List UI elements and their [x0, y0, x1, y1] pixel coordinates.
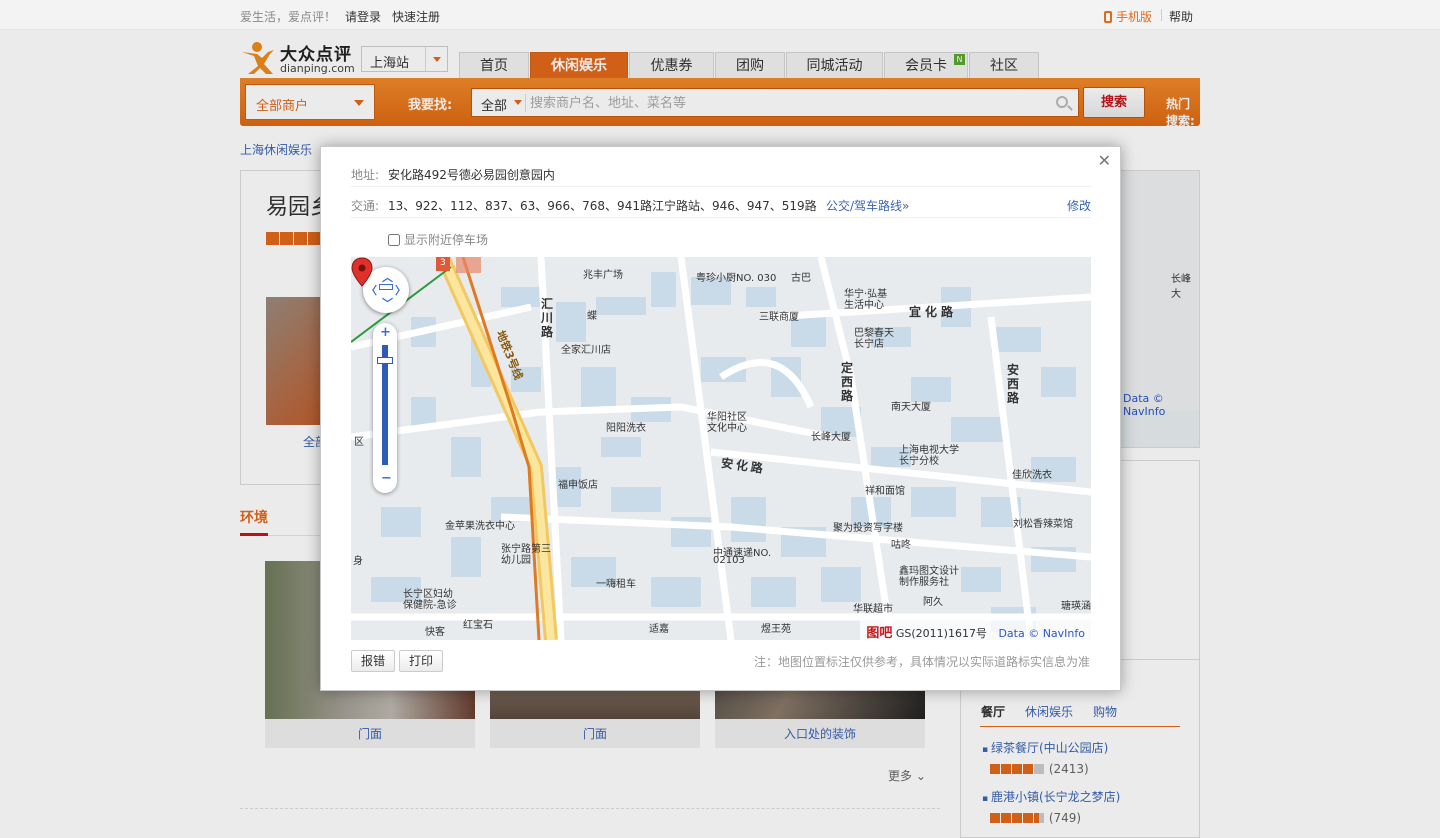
map-label-poi: 金苹果洗衣中心 [445, 521, 515, 532]
map-label-poi: 制作服务社 [899, 577, 949, 588]
traffic-value: 13、922、112、837、63、966、768、941路江宁路站、946、9… [388, 199, 817, 213]
map-label-poi: 佳欣洗衣 [1012, 470, 1052, 481]
map-label-poi: 长峰大厦 [811, 432, 851, 443]
report-button[interactable]: 报错 [351, 650, 396, 672]
map-label-poi: 蝶 [587, 311, 597, 322]
map-label-poi: 文化中心 [707, 423, 747, 434]
map-label-poi: 福申饭店 [558, 480, 598, 491]
map-label-poi: 华联超市 [853, 604, 893, 615]
traffic-row: 交通: 13、922、112、837、63、966、768、941路江宁路站、9… [351, 188, 1091, 218]
slogan: 爱生活，爱点评！ [240, 10, 337, 24]
route-number: 3 [440, 258, 446, 268]
parking-checkbox[interactable] [388, 234, 400, 246]
map-label-poi: 全家汇川店 [561, 345, 611, 356]
map-label-poi: 煜王苑 [761, 624, 791, 635]
map-label-poi: 保健院-急诊 [403, 600, 457, 611]
zoom-slider-handle[interactable] [377, 357, 393, 364]
map-label-poi: 阿久 [923, 597, 943, 608]
map-label-poi: 长宁店 [854, 339, 884, 350]
map-label-poi: 聚为投资写字楼 [833, 523, 903, 534]
zoom-control: + − [373, 323, 397, 493]
map-label-poi: 刘松香辣菜馆 [1013, 519, 1073, 530]
map-label-poi: 长宁分校 [899, 456, 939, 467]
map-label-road: 定西路 [841, 361, 854, 403]
route-link[interactable]: 公交/驾车路线» [826, 197, 909, 214]
map-label-road: 安西路 [1007, 363, 1020, 405]
map-data-credit[interactable]: Data © NavInfo [998, 627, 1085, 640]
map-label-poi: 古巴 [791, 273, 811, 284]
arrow-down-icon[interactable]: ﹀ [382, 295, 393, 311]
pan-center-icon[interactable] [379, 284, 393, 290]
map-label-poi: 幼儿园 [501, 555, 531, 566]
address-row: 地址: 安化路492号德必易园创意园内 [351, 157, 1091, 187]
help-link[interactable]: 帮助 [1169, 8, 1193, 25]
zoom-out-button[interactable]: − [381, 471, 392, 486]
map-license: GS(2011)1617号 [895, 627, 987, 640]
top-bar: 爱生活，爱点评！ 请登录 快速注册 手机版 帮助 [0, 0, 1440, 30]
map-label-poi: 三联商厦 [759, 312, 799, 323]
parking-label: 显示附近停车场 [404, 233, 489, 247]
location-pin-icon[interactable] [351, 257, 373, 287]
map-label-poi: 粤珍小厨NO. 030 [696, 273, 777, 284]
edit-link[interactable]: 修改 [1067, 197, 1091, 214]
address-value: 安化路492号德必易园创意园内 [388, 168, 555, 182]
map-tiles [351, 257, 1091, 640]
map-label-road: 宜化路 [909, 305, 958, 319]
map-label-poi: 祥和面馆 [865, 486, 905, 497]
address-label: 地址: [351, 168, 380, 182]
map-view[interactable]: 兆丰广场 粤珍小厨NO. 030 古巴 华宁·弘基 生活中心 汇川路 蝶 全家汇… [351, 257, 1091, 640]
map-label-poi: 兆丰广场 [583, 270, 623, 281]
map-label-poi: 红宝石 [463, 620, 493, 631]
map-dialog: ✕ 地址: 安化路492号德必易园创意园内 交通: 13、922、112、837… [320, 146, 1121, 691]
mobile-label: 手机版 [1116, 10, 1153, 24]
zoom-in-button[interactable]: + [380, 325, 391, 340]
map-label-poi: 02103 [713, 555, 745, 566]
close-icon[interactable]: ✕ [1098, 151, 1111, 170]
traffic-label: 交通: [351, 199, 380, 213]
map-label-poi: 一嗨租车 [596, 579, 636, 590]
tuba-logo: 图吧 [866, 626, 893, 640]
parking-toggle[interactable]: 显示附近停车场 [388, 231, 488, 248]
map-label-poi: 适嘉 [649, 624, 669, 635]
map-disclaimer: 注：地图位置标注仅供参考，具体情况以实际道路标实信息为准 [753, 655, 1090, 669]
arrow-right-icon[interactable]: 〉 [395, 282, 406, 298]
map-label-poi: 身 [353, 556, 363, 567]
register-link[interactable]: 快速注册 [392, 8, 440, 25]
map-copyright: 图吧 GS(2011)1617号 Data © NavInfo [860, 618, 1091, 640]
map-label-poi: 生活中心 [844, 300, 884, 311]
map-label-poi: 阳阳洗衣 [606, 423, 646, 434]
map-label-poi: 南天大厦 [891, 402, 931, 413]
print-button[interactable]: 打印 [399, 650, 444, 672]
login-link[interactable]: 请登录 [345, 8, 381, 25]
divider [1161, 9, 1162, 21]
map-label-poi: 咕咚 [891, 540, 911, 551]
map-label-poi: 快客 [425, 627, 445, 638]
map-label-poi: 区 [354, 437, 364, 448]
map-label-road: 汇川路 [541, 297, 554, 339]
mobile-link[interactable]: 手机版 [1104, 8, 1152, 25]
phone-icon [1104, 11, 1112, 23]
map-label-poi: 瑭瑛涵 [1061, 601, 1091, 612]
arrow-up-icon[interactable]: ︿ [382, 269, 393, 285]
